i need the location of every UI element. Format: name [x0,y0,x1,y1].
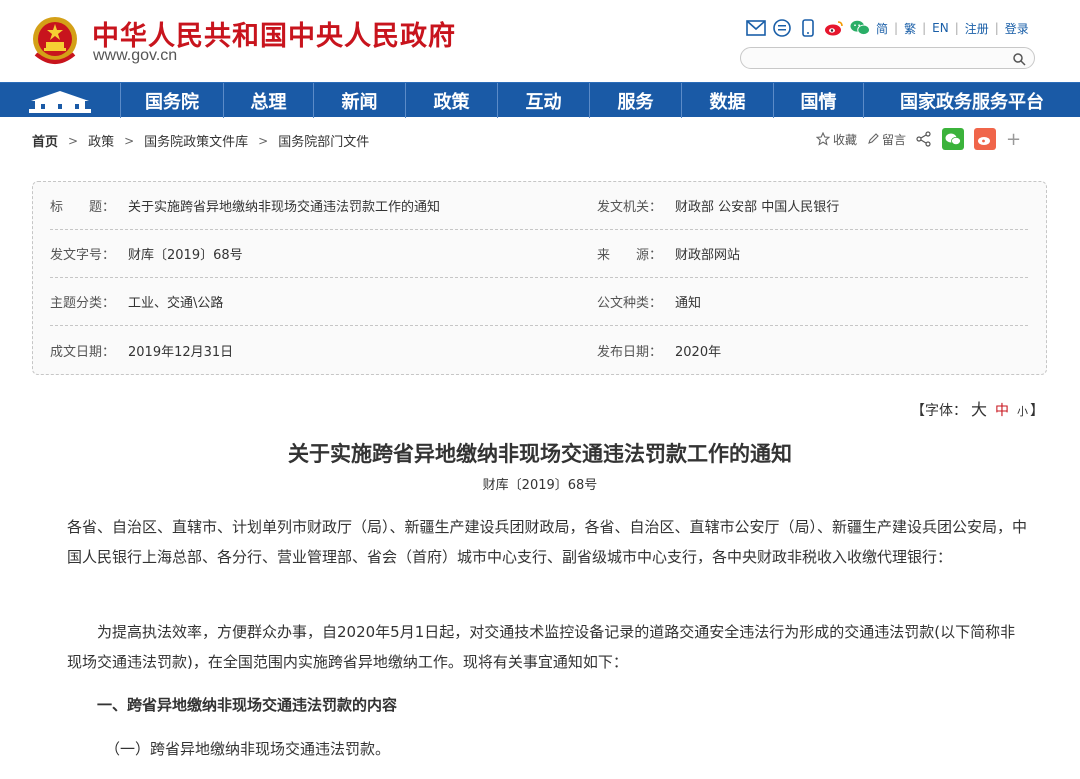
nav-item-services[interactable]: 服务 [589,83,681,118]
lang-traditional-link[interactable]: 繁 [904,20,916,37]
font-size-open: 【字体： [911,403,967,419]
breadcrumb: 首页 > 政策 > 国务院政策文件库 > 国务院部门文件 [32,131,369,151]
site-header: 中华人民共和国中央人民政府 www.gov.cn 简 | 繁 | EN | 注册… [0,0,1080,82]
comment-button[interactable]: 留言 [867,131,906,148]
nav-item-interaction[interactable]: 互动 [497,83,589,118]
docno-label: 发文字号： [50,248,116,263]
source-label: 来 源： [597,248,663,263]
mail-icon[interactable] [746,18,766,38]
phone-icon[interactable] [798,18,818,38]
nav-item-premier[interactable]: 总理 [223,83,313,118]
breadcrumb-item-policy-library[interactable]: 国务院政策文件库 [144,131,248,150]
top-links: 简 | 繁 | EN | 注册 | 登录 [746,18,1029,38]
favorite-label: 收藏 [833,132,858,147]
main-nav: 国务院 总理 新闻 政策 互动 服务 数据 国情 国家政务服务平台 [0,82,1080,118]
pencil-icon [868,133,879,144]
docno-value: 财库〔2019〕68号 [128,248,243,263]
star-icon [816,132,830,146]
font-size-large-button[interactable]: 大 [971,396,987,420]
separator: | [954,21,959,35]
info-row: 主题分类： 工业、交通\公路 公文种类： 通知 [50,278,1028,326]
article-title: 关于实施跨省异地缴纳非现场交通违法罚款工作的通知 [288,441,792,466]
register-link[interactable]: 注册 [965,20,989,37]
separator: | [922,21,927,35]
breadcrumb-item-dept-docs[interactable]: 国务院部门文件 [278,131,369,150]
article-paragraph-recipients: 各省、自治区、直辖市、计划单列市财政厅（局）、新疆生产建设兵团财政局，各省、自治… [67,518,1028,566]
breadcrumb-home[interactable]: 首页 [32,131,58,150]
topic-label: 主题分类： [50,296,116,311]
issuer-value: 财政部 公安部 中国人民银行 [675,200,840,215]
topic-value: 工业、交通\公路 [128,296,224,311]
lang-english-link[interactable]: EN [932,21,949,35]
separator: | [894,21,899,35]
article-section-heading: 一、跨省异地缴纳非现场交通违法罚款的内容 [97,696,398,714]
nav-item-gov-service-platform[interactable]: 国家政务服务平台 [863,83,1080,118]
wechat-share-icon[interactable] [942,128,965,150]
doctype-label: 公文种类： [597,296,663,311]
article-subsection: （一）跨省异地缴纳非现场交通违法罚款。 [105,740,391,758]
site-url[interactable]: www.gov.cn [93,47,177,65]
lang-simplified-link[interactable]: 简 [876,20,888,37]
share-button[interactable] [916,131,932,147]
weibo-share-icon[interactable] [974,128,997,150]
font-size-medium-button[interactable]: 中 [995,400,1009,420]
separator: | [994,21,999,35]
info-row: 成文日期： 2019年12月31日 发布日期： 2020年 [50,326,1028,374]
title-label: 标 题： [50,200,116,215]
font-size-small-button[interactable]: 小 [1017,403,1028,419]
nav-item-state-council[interactable]: 国务院 [120,83,223,118]
info-row: 发文字号： 财库〔2019〕68号 来 源： 财政部网站 [50,230,1028,278]
comment-label: 留言 [882,132,907,147]
doctype-value: 通知 [675,296,702,311]
written-date-label: 成文日期： [50,344,116,360]
article-paragraph-intro: 为提高执法效率，方便群众办事，自2020年5月1日起，对交通技术监控设备记录的道… [67,623,1016,671]
chevron-right-icon: > [68,133,79,148]
wechat-icon[interactable] [850,18,870,38]
breadcrumb-item-policy[interactable]: 政策 [88,131,114,150]
article-tools: 收藏 留言 + [816,128,1021,150]
published-date-value: 2020年 [675,344,722,360]
source-value: 财政部网站 [675,248,741,263]
tiananmen-logo-icon[interactable] [0,83,120,118]
weibo-icon[interactable] [824,18,844,38]
nav-item-news[interactable]: 新闻 [313,83,405,118]
nav-item-data[interactable]: 数据 [681,83,773,118]
chevron-right-icon: > [258,133,269,148]
info-row: 标 题： 关于实施跨省异地缴纳非现场交通违法罚款工作的通知 发文机关： 财政部 … [50,182,1028,230]
published-date-label: 发布日期： [597,344,663,360]
nav-item-policy[interactable]: 政策 [405,83,497,118]
font-size-close: 】 [1030,403,1045,419]
article-doc-number: 财库〔2019〕68号 [482,478,598,493]
share-icon [916,131,931,147]
nav-item-national-info[interactable]: 国情 [773,83,863,118]
font-size-switcher: 【字体： 大 中 小 】 [911,396,1044,420]
search-input[interactable] [740,47,1035,69]
search-icon[interactable] [1012,51,1026,70]
title-value: 关于实施跨省异地缴纳非现场交通违法罚款工作的通知 [128,200,441,215]
login-link[interactable]: 登录 [1005,20,1029,37]
national-emblem-icon[interactable] [30,14,80,68]
chat-icon[interactable] [772,18,792,38]
favorite-button[interactable]: 收藏 [816,131,857,148]
chevron-right-icon: > [124,133,135,148]
written-date-value: 2019年12月31日 [128,344,234,360]
issuer-label: 发文机关： [597,200,663,215]
more-share-button[interactable]: + [1006,129,1021,150]
document-info-table: 标 题： 关于实施跨省异地缴纳非现场交通违法罚款工作的通知 发文机关： 财政部 … [32,181,1047,375]
